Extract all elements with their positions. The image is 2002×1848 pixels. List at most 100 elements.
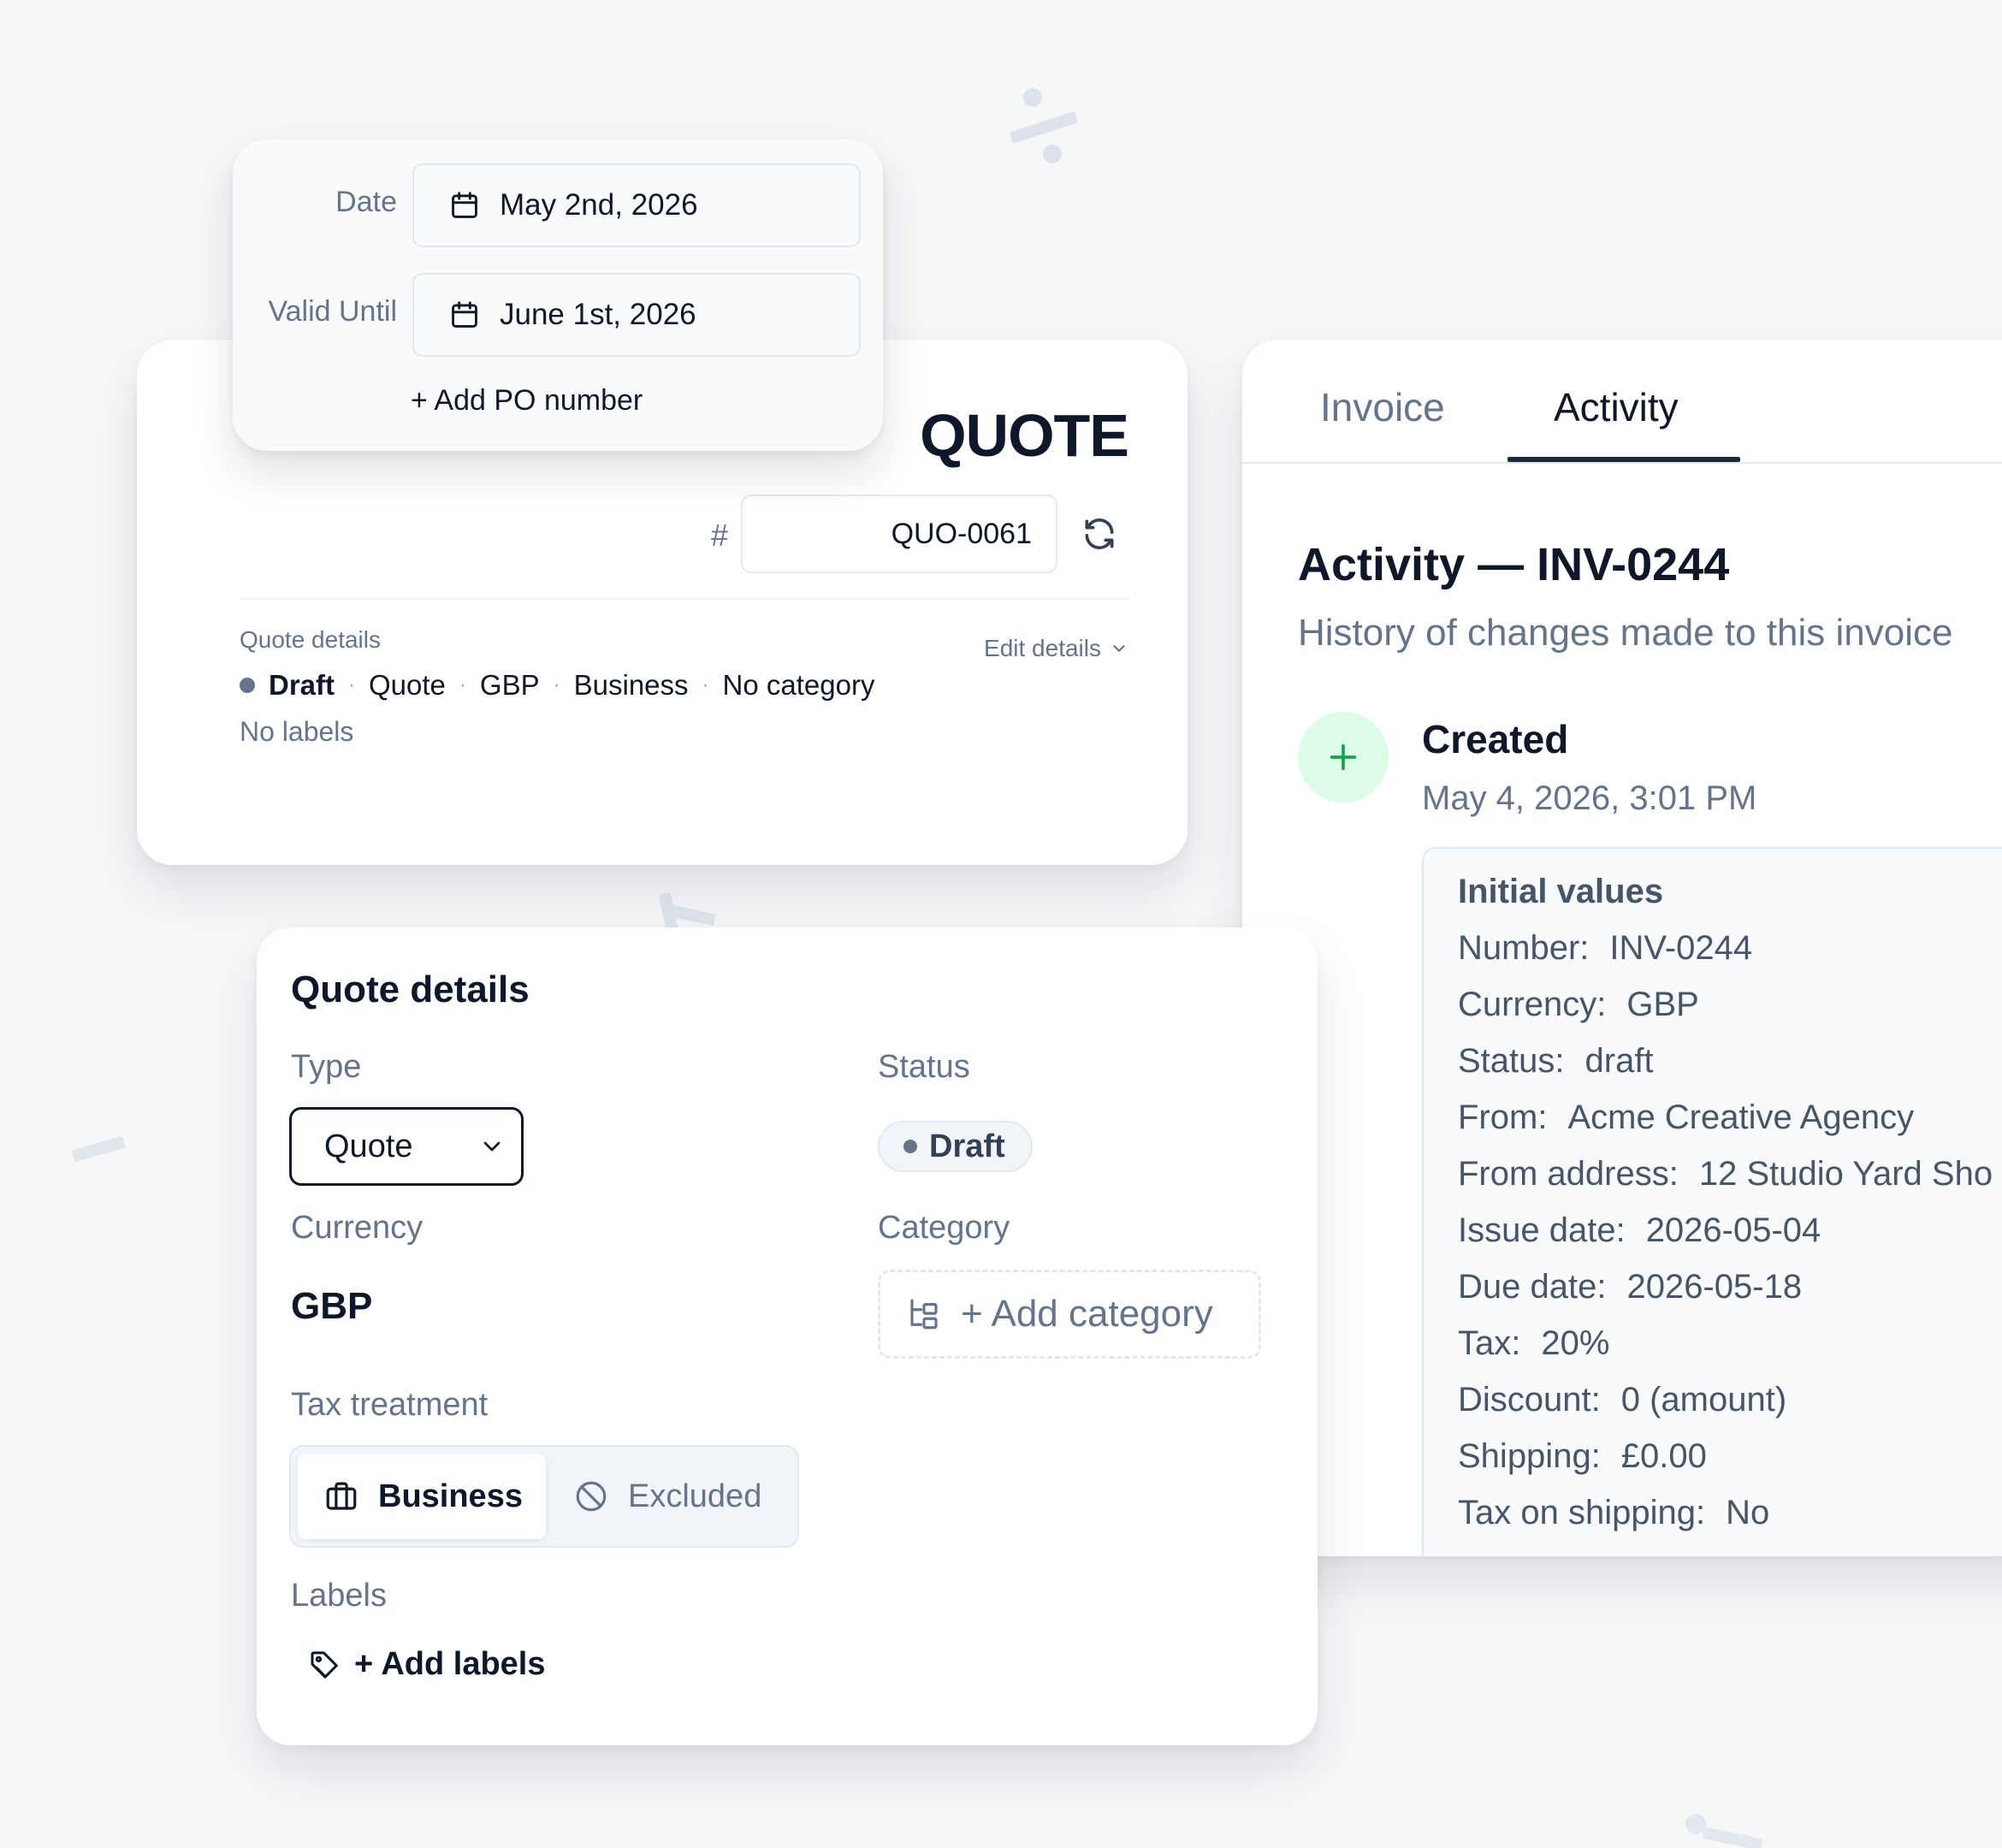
value-text: 2026-05-04 [1645, 1211, 1821, 1249]
initial-values-heading: Initial values [1458, 873, 1664, 910]
summary-tax-treatment: Business [573, 669, 689, 701]
value-key: Status: [1458, 1042, 1565, 1080]
tax-option-business-label: Business [378, 1478, 523, 1514]
tag-icon [308, 1648, 342, 1682]
refresh-icon[interactable] [1081, 515, 1118, 553]
value-key: Number: [1458, 929, 1590, 967]
value-text: £0.00 [1620, 1437, 1707, 1475]
decorative-divide-glyph [1001, 86, 1087, 171]
summary-status: Draft [269, 669, 335, 701]
value-key: Currency: [1458, 986, 1607, 1023]
value-text: 12 Studio Yard Sho [1698, 1155, 1993, 1193]
value-text: draft [1584, 1042, 1654, 1080]
value-text: 2026-05-18 [1626, 1268, 1803, 1306]
add-po-number-button[interactable]: + Add PO number [411, 384, 643, 418]
valid-until-picker-input[interactable]: June 1st, 2026 [412, 273, 861, 357]
tax-option-excluded[interactable]: Excluded [548, 1454, 792, 1539]
panel-tabs: Invoice Activity [1242, 340, 2002, 464]
summary-separator: · [553, 673, 560, 696]
event-title: Created [1422, 717, 1569, 761]
summary-separator: · [702, 673, 709, 696]
status-label: Status [878, 1049, 970, 1085]
value-row: Currency: GBP [1458, 986, 1993, 1042]
details-title: Quote details [291, 968, 530, 1010]
value-key: From: [1458, 1099, 1548, 1136]
category-label: Category [878, 1210, 1010, 1246]
status-dot [240, 678, 255, 693]
value-row: From address: 12 Studio Yard Sho [1458, 1155, 1993, 1211]
add-category-button[interactable]: + Add category [878, 1270, 1261, 1359]
value-key: Discount: [1458, 1381, 1601, 1419]
plus-icon [1298, 712, 1389, 803]
summary-currency: GBP [479, 669, 540, 701]
status-badge-text: Draft [929, 1128, 1005, 1164]
value-text: INV-0244 [1609, 929, 1753, 967]
value-row: Due date: 2026-05-18 [1458, 1268, 1993, 1324]
type-select-value: Quote [324, 1128, 413, 1164]
value-key: Tax on shipping: [1458, 1494, 1706, 1531]
value-text: 0 (amount) [1620, 1381, 1787, 1419]
type-label: Type [291, 1049, 362, 1085]
value-row: Number: INV-0244 [1458, 929, 1993, 986]
quote-number-input[interactable]: QUO-0061 [741, 495, 1057, 573]
summary-category: No category [722, 669, 875, 701]
add-labels-label: + Add labels [354, 1646, 546, 1682]
value-key: Due date: [1458, 1268, 1607, 1306]
chevron-down-icon [1110, 639, 1128, 658]
tab-activity[interactable]: Activity [1554, 384, 1679, 430]
currency-value: GBP [291, 1285, 373, 1327]
quote-number-prefix: # [711, 518, 729, 553]
value-text: No [1726, 1494, 1770, 1531]
quote-details-panel: Quote details Type Quote Status Draft Cu… [257, 927, 1318, 1745]
summary-separator: · [459, 673, 466, 696]
briefcase-icon [323, 1478, 359, 1514]
value-text: 20% [1541, 1324, 1610, 1362]
status-badge[interactable]: Draft [878, 1121, 1033, 1172]
activity-panel: Invoice Activity Activity — INV-0244 His… [1242, 340, 2002, 1556]
value-key: Tax: [1458, 1324, 1521, 1362]
quote-details-label: Quote details [240, 626, 381, 653]
activity-subtitle: History of changes made to this invoice [1298, 612, 1953, 654]
summary-type: Quote [369, 669, 446, 701]
activity-title: Activity — INV-0244 [1298, 539, 1730, 590]
value-row: Tax: 20% [1458, 1324, 1993, 1381]
value-row: Status: draft [1458, 1042, 1993, 1099]
value-row: From: Acme Creative Agency [1458, 1099, 1993, 1155]
tax-option-business[interactable]: Business [298, 1454, 546, 1539]
summary-separator: · [348, 673, 356, 696]
decorative-plus-glyph [659, 890, 719, 933]
value-text: Acme Creative Agency [1567, 1099, 1915, 1136]
calendar-icon [448, 189, 481, 222]
edit-details-button[interactable]: Edit details [984, 635, 1128, 662]
date-picker-input[interactable]: May 2nd, 2026 [412, 163, 861, 247]
type-select[interactable]: Quote [289, 1107, 524, 1186]
value-text: GBP [1626, 986, 1699, 1023]
category-icon [906, 1296, 942, 1332]
date-value: May 2nd, 2026 [500, 188, 698, 222]
initial-values-box: Initial values Number: INV-0244 Currency:… [1422, 847, 2002, 1556]
no-labels-text: No labels [240, 716, 354, 747]
tab-invoice[interactable]: Invoice [1320, 384, 1445, 430]
status-dot [903, 1140, 917, 1153]
decorative-dash-glyph [68, 1131, 128, 1165]
chevron-down-icon [478, 1133, 506, 1160]
tax-treatment-label: Tax treatment [291, 1387, 489, 1423]
calendar-icon [448, 299, 481, 331]
event-timestamp: May 4, 2026, 3:01 PM [1422, 779, 1757, 817]
decorative-corner-glyph [1677, 1805, 1762, 1848]
tax-treatment-toggle: Business Excluded [289, 1445, 799, 1548]
tax-option-excluded-label: Excluded [628, 1478, 762, 1514]
value-row: Shipping: £0.00 [1458, 1437, 1993, 1494]
add-labels-button[interactable]: + Add labels [308, 1646, 546, 1683]
date-popup-card: Date May 2nd, 2026 Valid Until June 1st,… [233, 139, 883, 451]
value-key: From address: [1458, 1155, 1679, 1193]
value-row: Issue date: 2026-05-04 [1458, 1211, 1993, 1268]
value-row: Discount: 0 (amount) [1458, 1381, 1993, 1437]
value-row: Tax on shipping: No [1458, 1494, 1993, 1550]
labels-label: Labels [291, 1578, 387, 1614]
valid-until-value: June 1st, 2026 [500, 298, 696, 331]
active-tab-indicator [1507, 457, 1740, 462]
quote-title: QUOTE [920, 402, 1129, 469]
quote-summary-row: Draft · Quote · GBP · Business · No cate… [240, 669, 874, 702]
ban-icon [573, 1478, 609, 1514]
